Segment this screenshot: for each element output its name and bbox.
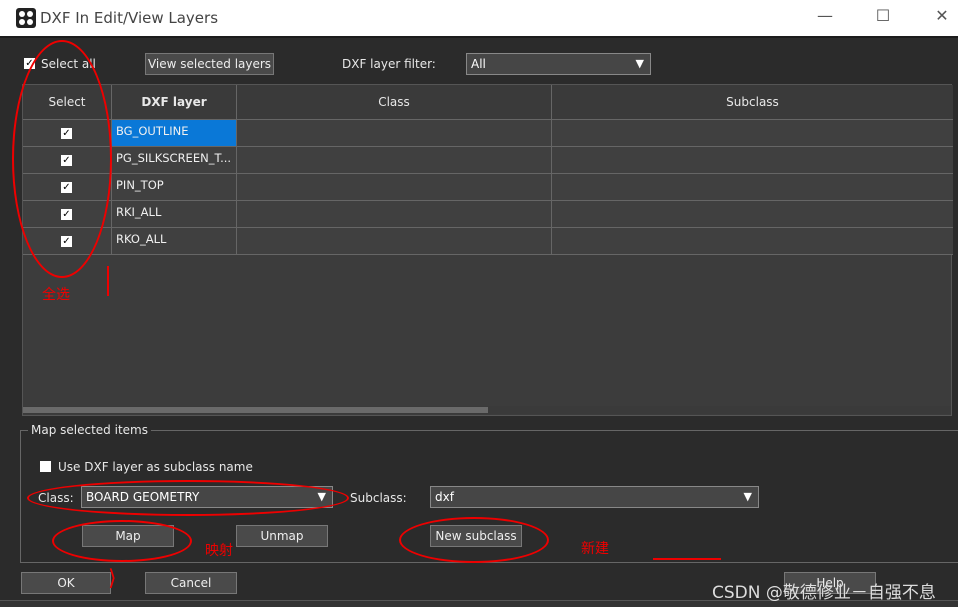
annotation-new: 新建	[581, 541, 609, 557]
ok-button[interactable]: OK	[21, 572, 111, 594]
chevron-down-icon: ▼	[743, 490, 752, 503]
minimize-button[interactable]: —	[810, 6, 840, 25]
row-class-cell[interactable]	[237, 174, 552, 201]
filter-value: All	[471, 57, 486, 71]
layers-table: Select DXF layer Class Subclass ✓ BG_OUTL…	[22, 84, 953, 416]
header-class[interactable]: Class	[237, 85, 552, 120]
annotation-ellipse	[399, 517, 549, 563]
subclass-value: dxf	[435, 490, 454, 504]
title-bar: DXF In Edit/View Layers — ☐ ✕	[0, 0, 958, 36]
subclass-label: Subclass:	[350, 491, 407, 505]
divider	[0, 36, 958, 38]
annotation-stroke	[107, 266, 109, 296]
row-layer-cell[interactable]: RKI_ALL	[112, 201, 237, 228]
row-class-cell[interactable]	[237, 201, 552, 228]
layer-filter-dropdown[interactable]: All ▼	[466, 53, 651, 75]
annotation-ellipse	[52, 520, 192, 562]
group-title: Map selected items	[28, 423, 151, 437]
row-layer-cell[interactable]: RKO_ALL	[112, 228, 237, 255]
row-subclass-cell[interactable]	[552, 147, 953, 174]
subclass-dropdown[interactable]: dxf ▼	[430, 486, 759, 508]
row-subclass-cell[interactable]	[552, 228, 953, 255]
row-subclass-cell[interactable]	[552, 174, 953, 201]
annotation-select-all: 全选	[42, 287, 70, 303]
annotation-ellipse	[12, 40, 112, 278]
annotation-stroke	[653, 558, 721, 560]
row-layer-cell[interactable]: PIN_TOP	[112, 174, 237, 201]
filter-label: DXF layer filter:	[342, 57, 436, 71]
use-layer-checkbox[interactable]	[40, 461, 51, 472]
horizontal-scrollbar[interactable]	[23, 406, 951, 414]
row-class-cell[interactable]	[237, 228, 552, 255]
window-title: DXF In Edit/View Layers	[40, 9, 219, 27]
annotation-arrow: ⟩	[108, 566, 117, 591]
header-subclass[interactable]: Subclass	[552, 85, 953, 120]
row-subclass-cell[interactable]	[552, 120, 953, 147]
unmap-button[interactable]: Unmap	[236, 525, 328, 547]
watermark: CSDN @敬德修业－自强不息	[712, 583, 936, 603]
app-icon	[16, 8, 36, 28]
annotation-map: 映射	[205, 543, 233, 559]
close-button[interactable]: ✕	[927, 6, 957, 25]
row-layer-cell[interactable]: PG_SILKSCREEN_T...	[112, 147, 237, 174]
maximize-button[interactable]: ☐	[868, 6, 898, 25]
view-selected-layers-button[interactable]: View selected layers	[145, 53, 274, 75]
row-class-cell[interactable]	[237, 120, 552, 147]
annotation-ellipse	[27, 480, 349, 516]
row-layer-cell[interactable]: BG_OUTLINE	[112, 120, 237, 147]
scrollbar-thumb[interactable]	[23, 407, 488, 413]
row-subclass-cell[interactable]	[552, 201, 953, 228]
chevron-down-icon: ▼	[635, 57, 644, 70]
cancel-button[interactable]: Cancel	[145, 572, 237, 594]
header-dxf-layer[interactable]: DXF layer	[112, 85, 237, 120]
row-class-cell[interactable]	[237, 147, 552, 174]
use-layer-label: Use DXF layer as subclass name	[58, 460, 253, 474]
